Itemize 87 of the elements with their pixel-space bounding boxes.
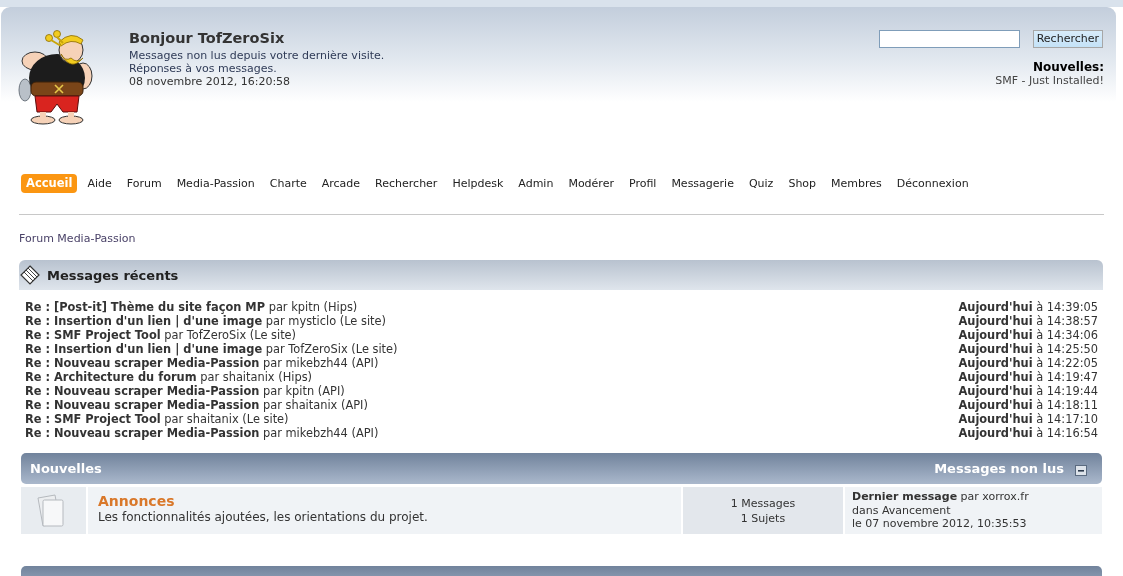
paper-sheets-icon[interactable] — [36, 493, 65, 528]
topic-count: 1 Sujets — [740, 510, 786, 526]
topic-link[interactable]: Re : Nouveau scraper Media-Passion — [25, 398, 260, 412]
board-link[interactable]: (Le site) — [249, 328, 297, 342]
search-field[interactable] — [878, 30, 1020, 48]
menu-tab[interactable]: Charte — [264, 174, 312, 193]
menu-tab[interactable]: Helpdesk — [447, 174, 509, 193]
section-title: Messages récents — [47, 267, 179, 283]
poster-link[interactable]: kpitn — [285, 384, 315, 398]
topic-link[interactable]: Re : SMF Project Tool — [25, 328, 161, 342]
last-post-date: le 07 novembre 2012, 10:35:53 — [852, 517, 1027, 530]
board-link[interactable]: (API) — [351, 426, 379, 440]
news-label: Nouvelles: — [1032, 60, 1104, 74]
menu-tab[interactable]: Media-Passion — [171, 174, 260, 193]
post-time: Aujourd'hui à 14:18:11 — [958, 398, 1098, 412]
menu-tab[interactable]: Quiz — [743, 174, 779, 193]
board-link[interactable]: (API) — [351, 356, 379, 370]
post-time: Aujourd'hui à 14:38:57 — [958, 314, 1098, 328]
by-text: par — [262, 426, 282, 440]
by-text: par — [265, 342, 285, 356]
board-description: Les fonctionnalités ajoutées, les orientations du projet. — [98, 510, 428, 525]
date-text: 08 novembre 2012, 16:20:58 — [129, 75, 291, 88]
stacked-diamond-icon — [20, 265, 40, 285]
menu-tab[interactable]: Profil — [623, 174, 662, 193]
poster-link[interactable]: TofZeroSix — [186, 328, 247, 342]
menu-tab[interactable]: Messagerie — [666, 174, 739, 193]
menu-tab[interactable]: Modérer — [563, 174, 619, 193]
post-count: 1 Messages — [730, 495, 796, 511]
poster-link[interactable]: mikebzh44 — [285, 356, 348, 370]
topic-link[interactable]: Re : Insertion d'un lien | d'une image — [25, 314, 263, 328]
topic-link[interactable]: Re : [Post-it] Thème du site façon MP — [25, 300, 266, 314]
topic-link[interactable]: Re : Nouveau scraper Media-Passion — [25, 426, 260, 440]
board-link[interactable]: (Hips) — [323, 300, 358, 314]
topic-link[interactable]: Re : Architecture du forum — [25, 370, 197, 384]
post-time: Aujourd'hui à 14:22:05 — [958, 356, 1098, 370]
poster-link[interactable]: shaitanix — [285, 398, 338, 412]
board-link[interactable]: (Le site) — [339, 314, 386, 328]
by-text: par — [200, 370, 220, 384]
by-text: par — [268, 300, 288, 314]
by-text: par — [265, 314, 285, 328]
menu-tab[interactable]: Admin — [513, 174, 559, 193]
board-link[interactable]: (Le site) — [242, 412, 289, 426]
menu-tab[interactable]: Forum — [121, 174, 167, 193]
by-text: par — [164, 328, 184, 342]
board-link[interactable]: (Hips) — [278, 370, 313, 384]
menu-tab[interactable]: Rechercher — [370, 174, 443, 193]
menu-tab[interactable]: Déconnexion — [891, 174, 974, 193]
poster-link[interactable]: TofZeroSix — [288, 342, 348, 356]
by-text: par — [960, 490, 979, 503]
in-text: dans — [852, 503, 879, 517]
last-post-label: Dernier message — [852, 490, 958, 503]
post-time: Aujourd'hui à 14:17:10 — [958, 412, 1098, 426]
header-link[interactable]: Réponses à vos messages. — [129, 62, 277, 75]
breadcrumb-link[interactable]: Forum Media-Passion — [19, 232, 136, 245]
by-text: par — [262, 356, 282, 370]
topic-link[interactable]: Re : Nouveau scraper Media-Passion — [25, 384, 260, 398]
poster-link[interactable]: shaitanix — [222, 370, 275, 384]
header-link[interactable]: Messages non lus depuis votre dernière visite. — [129, 49, 385, 62]
by-text: par — [164, 412, 184, 426]
poster-link[interactable]: kpitn — [291, 300, 320, 314]
board-link[interactable]: (Le site) — [351, 342, 398, 356]
by-text: par — [262, 398, 282, 412]
topic-link[interactable]: Re : Nouveau scraper Media-Passion — [25, 356, 260, 370]
post-time: Aujourd'hui à 14:25:50 — [958, 342, 1098, 356]
poster-link[interactable]: mikebzh44 — [285, 426, 348, 440]
post-time: Aujourd'hui à 14:16:54 — [958, 426, 1098, 440]
greeting-title: Bonjour TofZeroSix — [129, 29, 285, 47]
post-time: Aujourd'hui à 14:19:47 — [958, 370, 1098, 384]
poster-link[interactable]: mysticlo — [288, 314, 337, 328]
post-time: Aujourd'hui à 14:19:44 — [958, 384, 1098, 398]
poster-link[interactable]: xorrox.fr — [982, 490, 1029, 503]
topic-link[interactable]: Avancement — [881, 503, 951, 517]
board-link[interactable]: (API) — [341, 398, 368, 412]
post-time: Aujourd'hui à 14:34:06 — [958, 328, 1098, 342]
topic-link[interactable]: Re : SMF Project Tool — [25, 412, 161, 426]
board-link[interactable]: (API) — [317, 384, 345, 398]
search-button[interactable]: Rechercher — [1032, 30, 1103, 48]
menu-tab[interactable]: Arcade — [316, 174, 366, 193]
news-text: SMF - Just Installed! — [995, 74, 1104, 87]
collapse-icon[interactable] — [1075, 465, 1087, 476]
topic-link[interactable]: Re : Insertion d'un lien | d'une image — [25, 342, 263, 356]
menu-tab[interactable]: Aide — [82, 174, 117, 193]
post-time: Aujourd'hui à 14:39:05 — [958, 300, 1098, 314]
menu-tab[interactable]: Shop — [783, 174, 822, 193]
poster-link[interactable]: shaitanix — [186, 412, 239, 426]
menu-tab[interactable]: Membres — [826, 174, 887, 193]
by-text: par — [262, 384, 282, 398]
